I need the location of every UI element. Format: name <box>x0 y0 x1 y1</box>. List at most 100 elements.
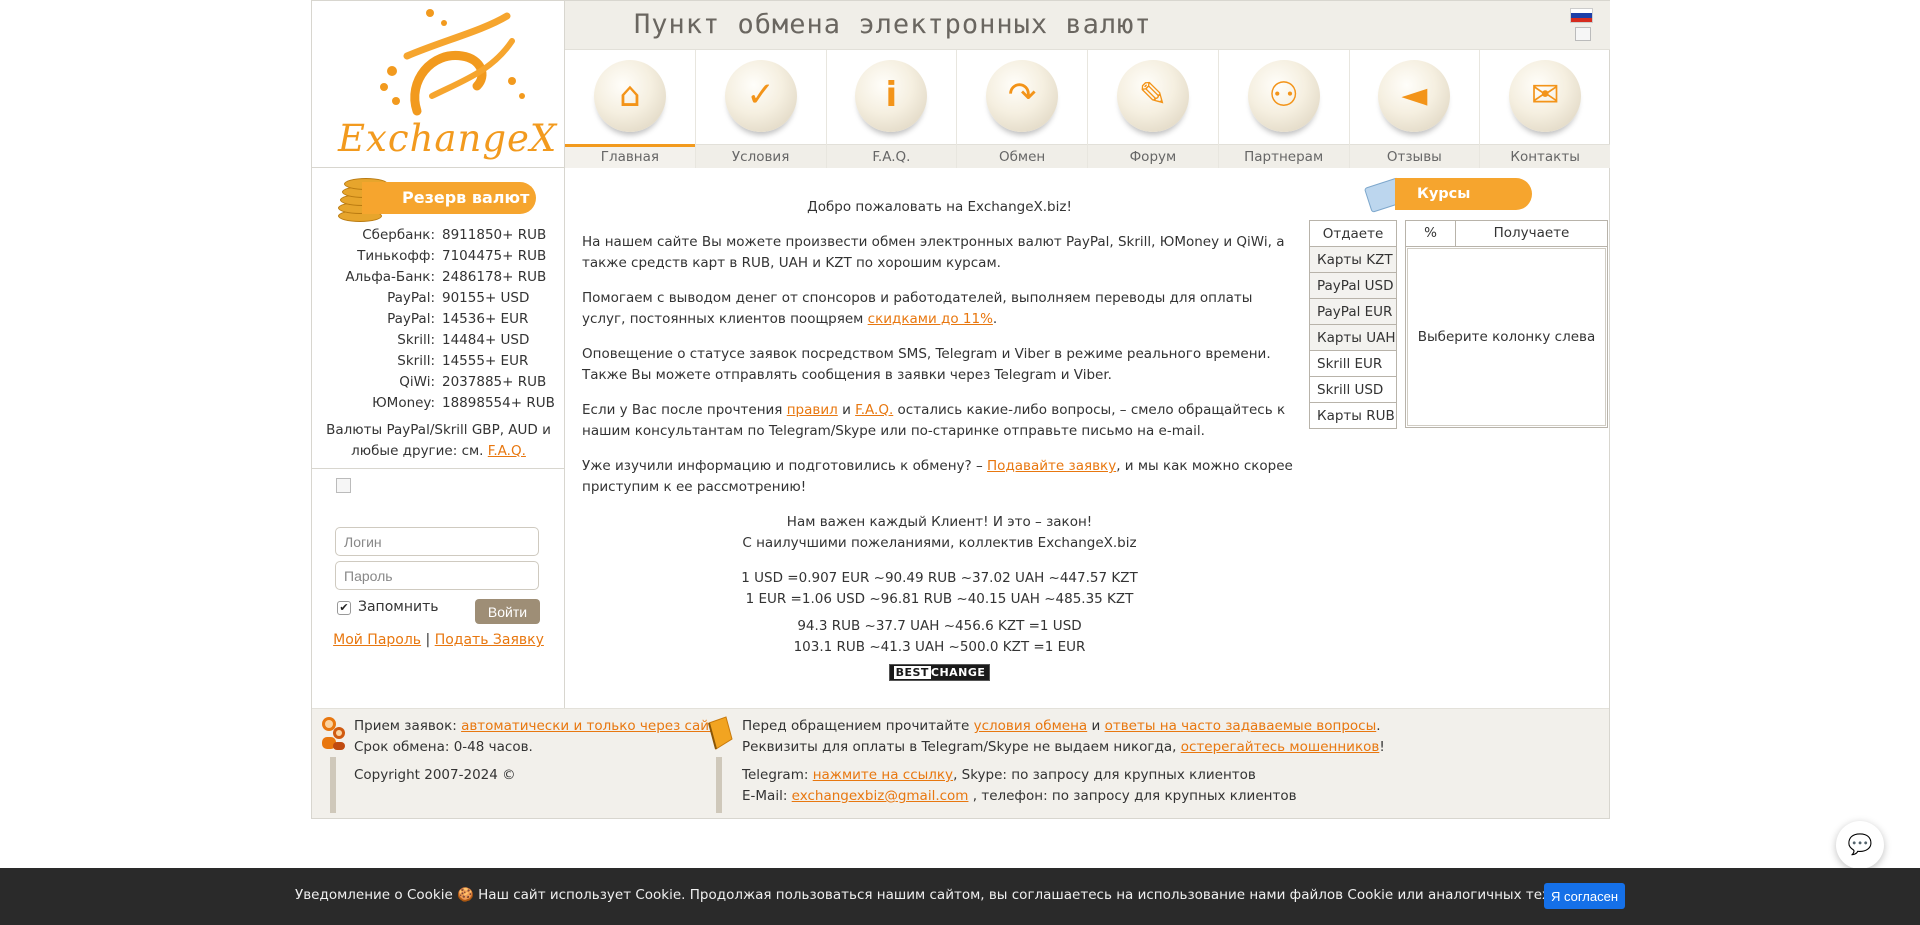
reserve-title: Резерв валют <box>362 182 536 214</box>
reserve-value: 18898554+ RUB <box>442 395 555 411</box>
telegram-link[interactable]: нажмите на ссылку <box>813 767 953 783</box>
give-item[interactable]: PayPal EUR <box>1309 298 1397 325</box>
submit-request-link[interactable]: Подать Заявку <box>435 632 544 648</box>
give-item[interactable]: Skrill EUR <box>1309 350 1397 377</box>
apply-paragraph: Уже изучили информацию и подготовились к… <box>582 456 1297 498</box>
percent-header: % <box>1406 221 1456 246</box>
faq-link[interactable]: F.A.Q. <box>855 402 893 418</box>
welcome-text: Добро пожаловать на ExchangeX.biz! <box>807 199 1072 215</box>
help-paragraph: Помогаем с выводом денег от спонсоров и … <box>582 288 1297 330</box>
give-item[interactable]: Карты RUB <box>1309 402 1397 429</box>
rates-title: Курсы обмена <box>1395 178 1532 234</box>
nav-item-exchange[interactable]: ↷ Обмен <box>957 50 1088 168</box>
receive-header: Получаете <box>1493 225 1570 241</box>
closing-line-2: С наилучшими пожеланиями, коллектив Exch… <box>742 535 1137 551</box>
my-password-link[interactable]: Мой Пароль <box>333 632 421 648</box>
accept-label: Прием заявок: <box>354 718 457 734</box>
faq-link[interactable]: F.A.Q. <box>488 443 526 459</box>
home-icon: ⌂ <box>593 60 666 132</box>
read-and: и <box>1091 718 1101 734</box>
reserve-value: 14536+ EUR <box>442 311 529 327</box>
broken-image-icon[interactable] <box>1575 27 1591 41</box>
reserve-header: Резерв валют <box>336 178 536 222</box>
nav-label: Отзывы <box>1349 144 1480 168</box>
reserve-name: Skrill: <box>397 332 435 348</box>
bestchange-badge[interactable]: BEST CHANGE <box>888 664 991 681</box>
reserve-name: Сбербанк: <box>362 227 435 243</box>
nav-item-forum[interactable]: ✎ Форум <box>1088 50 1219 168</box>
partners-icon: ⚇ <box>1247 60 1320 132</box>
login-links: Мой Пароль | Подать Заявку <box>312 632 565 648</box>
cookie-text: Уведомление о Cookie 🍪 Наш сайт использу… <box>295 887 1613 903</box>
rate-line: 1 USD =0.907 EUR ~90.49 RUB ~37.02 UAH ~… <box>741 570 1138 586</box>
get-table-placeholder: Выберите колонку слева <box>1407 248 1606 426</box>
closing-line-1: Нам важен каждый Клиент! И это – закон! <box>786 514 1093 530</box>
read-line: Перед обращением прочитайте условия обме… <box>742 716 1381 737</box>
nav-item-reviews[interactable]: ◄ Отзывы <box>1349 50 1481 168</box>
reserve-row: Skrill: 14555+ EUR <box>312 351 565 372</box>
link-separator: | <box>425 632 431 648</box>
reserve-list: Сбербанк: 8911850+ RUB Тинькофф: 7104475+ … <box>312 225 565 414</box>
chat-widget-button[interactable]: 💬 <box>1836 821 1884 869</box>
rate-line: 94.3 RUB ~37.7 UAH ~456.6 KZT =1 USD <box>797 618 1082 634</box>
book-icon <box>706 715 736 750</box>
give-item[interactable]: Skrill USD <box>1309 376 1397 403</box>
rules-paragraph: Если у Вас после прочтения правил и F.A.… <box>582 400 1297 442</box>
megaphone-icon: ◄ <box>1378 60 1451 132</box>
page-container: ExchangeX Пункт обмена электронных валют… <box>311 0 1610 819</box>
cookie-accept-button[interactable]: Я согласен <box>1544 883 1625 909</box>
read-text: Перед обращением прочитайте <box>742 718 970 734</box>
nav-label: Партнерам <box>1218 144 1349 168</box>
login-input[interactable] <box>335 527 539 556</box>
rate-line: 103.1 RUB ~41.3 UAH ~500.0 KZT =1 EUR <box>793 639 1086 655</box>
conditions-link[interactable]: условия обмена <box>974 718 1088 734</box>
site-logo[interactable]: ExchangeX <box>312 1 565 168</box>
apply-link[interactable]: Подавайте заявку <box>987 458 1116 474</box>
telegram-line: Telegram: нажмите на ссылку, Skype: по з… <box>742 765 1256 786</box>
faq-answers-link[interactable]: ответы на часто задаваемые вопросы <box>1105 718 1377 734</box>
reserve-name: QiWi: <box>399 374 435 390</box>
divider <box>312 468 565 469</box>
divider <box>330 757 336 813</box>
nav-item-home[interactable]: ⌂ Главная <box>565 50 696 168</box>
nav-label: Контакты <box>1480 144 1610 168</box>
discounts-link[interactable]: скидками до 11% <box>868 311 993 327</box>
give-item[interactable]: PayPal USD <box>1309 272 1397 299</box>
rules-and: и <box>842 402 851 418</box>
rules-text: Если у Вас после прочтения <box>582 402 783 418</box>
read-end: . <box>1376 718 1381 734</box>
password-input[interactable] <box>335 561 539 590</box>
rate-usd: 1 USD =0.907 EUR ~90.49 RUB ~37.02 UAH ~… <box>582 568 1297 610</box>
give-item[interactable]: Карты UAH <box>1309 324 1397 351</box>
rules-link[interactable]: правил <box>787 402 838 418</box>
nav-label: Главная <box>565 144 695 168</box>
info-icon: i <box>855 60 928 132</box>
reserve-name: ЮMoney: <box>372 395 435 411</box>
reserve-value: 2486178+ RUB <box>442 269 547 285</box>
title-strip: Пункт обмена электронных валют <box>565 1 1610 50</box>
login-button[interactable]: Войти <box>475 599 540 624</box>
nav-label: Условия <box>695 144 826 168</box>
remember-checkbox[interactable]: ✔ <box>337 601 351 615</box>
give-item[interactable]: Карты KZT <box>1309 246 1397 273</box>
nav-item-faq[interactable]: i F.A.Q. <box>826 50 958 168</box>
nav-item-contacts[interactable]: ✉ Контакты <box>1480 50 1610 168</box>
accept-link[interactable]: автоматически и только через сайт <box>461 718 717 734</box>
reserve-value: 90155+ USD <box>442 290 530 306</box>
scam-warning-link[interactable]: остерегайтесь мошенников <box>1181 739 1380 755</box>
reserve-row: Skrill: 14484+ USD <box>312 330 565 351</box>
exchange-arrow-icon: ↷ <box>986 60 1059 132</box>
email-link[interactable]: exchangexbiz@gmail.com <box>792 788 969 804</box>
get-currency-table: % Получаете Выберите колонку слева <box>1405 220 1608 428</box>
wrench-icon: ✎ <box>1116 60 1189 132</box>
cookie-banner: Уведомление о Cookie 🍪 Наш сайт использу… <box>0 868 1920 925</box>
phone-text: , телефон: по запросу для крупных клиент… <box>972 788 1297 804</box>
russian-flag-icon[interactable] <box>1570 8 1593 23</box>
notification-paragraph: Оповещение о статусе заявок посредством … <box>582 346 1271 383</box>
apply-text: Уже изучили информацию и подготовились к… <box>582 458 983 474</box>
nav-item-partners[interactable]: ⚇ Партнерам <box>1218 50 1350 168</box>
nav-item-conditions[interactable]: ✓ Условия <box>695 50 827 168</box>
logo-text: ExchangeX <box>338 117 558 160</box>
closing-text: Нам важен каждый Клиент! И это – закон! … <box>582 512 1297 554</box>
nav-label: Форум <box>1088 144 1218 168</box>
